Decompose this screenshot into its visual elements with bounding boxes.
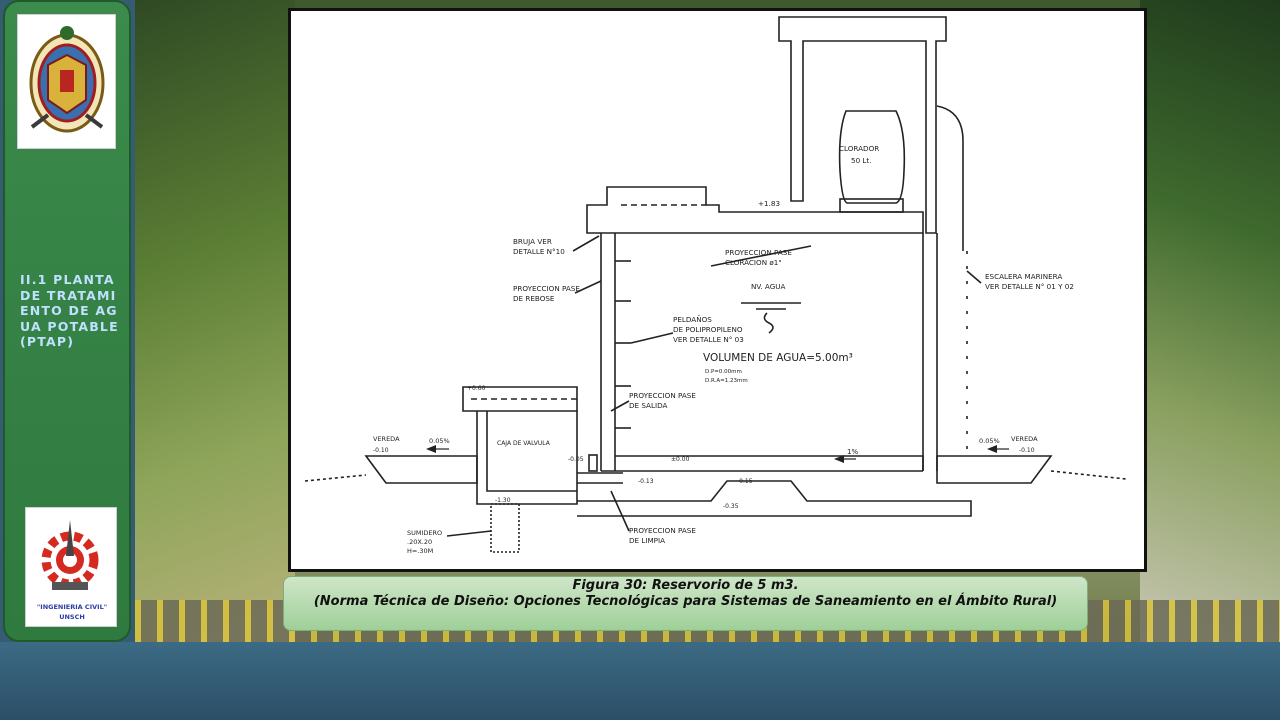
label-proy-rebose-2: DE REBOSE: [513, 294, 555, 303]
label-clorador-2: 50 Lt.: [851, 156, 872, 165]
label-cota-piso: ±0.00: [671, 456, 690, 463]
label-cota-2: -0.15: [737, 478, 753, 485]
label-cota-caja-int: -0.05: [568, 456, 584, 463]
bottom-band: [0, 642, 1280, 720]
label-cota-vereda-der: -0.10: [1019, 447, 1035, 454]
label-peldanos-2: DE POLIPROPILENO: [673, 325, 743, 334]
label-cota-1: -0.13: [638, 478, 654, 485]
label-cota-sup: +1.83: [758, 199, 780, 208]
label-brujula-2: DETALLE N°10: [513, 247, 565, 256]
crest-icon: [29, 26, 105, 133]
label-proy-rebose-1: PROYECCION PASE: [513, 284, 580, 293]
label-pend-izq: 0.05%: [429, 437, 450, 445]
section-title: II.1 PLANTA DE TRATAMIENTO DE AGUA POTAB…: [20, 272, 119, 349]
photo-hillside-right: [1140, 0, 1280, 642]
label-volumen: VOLUMEN DE AGUA=5.00m³: [703, 352, 853, 364]
label-caja-valvula: CAJA DE VALVULA: [497, 440, 551, 447]
reservoir-drawing: CLORADOR 50 Lt. +1.83 BRUJA VER DETALLE …: [288, 8, 1147, 572]
label-dim-1: D.P=0.00mm: [705, 369, 742, 375]
label-cota-vereda-izq: -0.10: [373, 447, 389, 454]
label-pend-der: 0.05%: [979, 437, 1000, 445]
caption-title: Figura 30: Reservorio de 5 m3.: [572, 578, 799, 593]
label-proy-cloracion-1: PROYECCION PASE: [725, 248, 792, 257]
label-cota-3: -0.35: [723, 503, 739, 510]
label-proy-limpia-1: PROYECCION PASE: [629, 526, 696, 535]
label-clorador-1: CLORADOR: [839, 144, 879, 153]
civil-engineering-logo: "INGENIERIA CIVIL" UNSCH: [25, 507, 117, 627]
label-proy-salida-2: DE SALIDA: [629, 401, 668, 410]
caption-source: (Norma Técnica de Diseño: Opciones Tecno…: [313, 594, 1058, 609]
sidebar: II.1 PLANTA DE TRATAMIENTO DE AGUA POTAB…: [3, 0, 131, 642]
photo-hillside-left: [135, 0, 295, 642]
label-nv-agua: NV. AGUA: [751, 282, 786, 291]
label-cota-sumidero: -1.30: [495, 497, 511, 504]
label-peldanos-3: VER DETALLE N° 03: [673, 335, 744, 344]
figure-caption: Figura 30: Reservorio de 5 m3. (Norma Té…: [283, 576, 1088, 631]
label-proy-cloracion-2: CLORACION ø1": [725, 258, 782, 267]
label-brujula-1: BRUJA VER: [513, 237, 552, 246]
label-pend-interior: 1%: [847, 448, 858, 456]
label-vereda-der: VEREDA: [1011, 435, 1038, 443]
label-sumidero-3: H=.30M: [407, 547, 433, 555]
logo-text-2: UNSCH: [59, 613, 85, 621]
label-proy-salida-1: PROYECCION PASE: [629, 391, 696, 400]
label-escalera-1: ESCALERA MARINERA: [985, 272, 1062, 281]
logo-text-1: "INGENIERIA CIVIL": [37, 603, 107, 611]
label-escalera-2: VER DETALLE N° 01 Y 02: [985, 282, 1074, 291]
label-vereda-izq: VEREDA: [373, 435, 400, 443]
label-sumidero-1: SUMIDERO: [407, 529, 442, 537]
label-peldanos-1: PELDAÑOS: [673, 315, 712, 324]
label-dim-2: D.R.A=1.23mm: [705, 378, 748, 384]
university-crest-logo: [17, 14, 116, 149]
label-sumidero-2: .20X.20: [407, 538, 432, 546]
label-cota-caja: +0.60: [467, 385, 486, 392]
label-proy-limpia-2: DE LIMPIA: [629, 536, 665, 545]
